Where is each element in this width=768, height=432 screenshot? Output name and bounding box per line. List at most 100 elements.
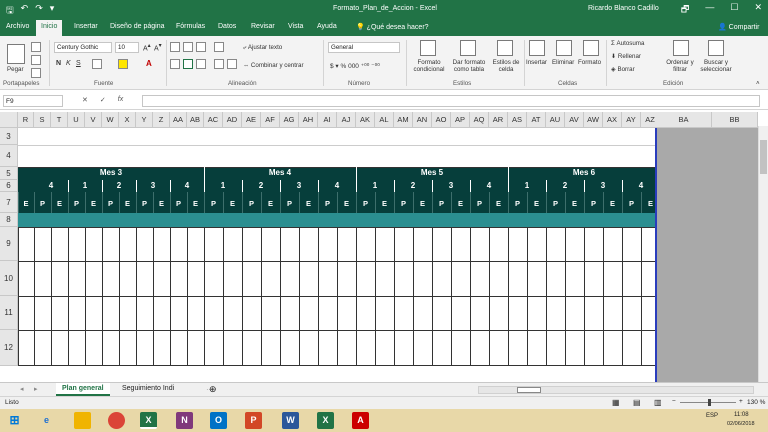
row-header[interactable]: 11: [0, 296, 18, 330]
minimize-icon[interactable]: —: [705, 2, 714, 18]
cell-styles-button[interactable]: Estilos de celda: [490, 59, 522, 73]
excel-taskbar-icon[interactable]: X: [140, 412, 157, 429]
row-header[interactable]: 5: [0, 167, 18, 180]
tell-me-search[interactable]: 💡 ¿Qué desea hacer?: [356, 23, 429, 31]
zoom-slider[interactable]: [680, 399, 736, 406]
ribbon-display-icon[interactable]: 🗗: [681, 2, 689, 18]
tab-revisar[interactable]: Revisar: [251, 23, 275, 30]
acrobat-icon[interactable]: A: [352, 412, 369, 429]
onenote-icon[interactable]: N: [176, 412, 193, 429]
zoom-out-icon[interactable]: −: [672, 398, 676, 405]
format-painter-icon[interactable]: [31, 68, 41, 78]
column-header[interactable]: BA: [656, 112, 712, 128]
tab-datos[interactable]: Datos: [218, 23, 236, 30]
column-header[interactable]: AN: [413, 112, 432, 128]
row-header[interactable]: 7: [0, 192, 18, 213]
insert-function-icon[interactable]: fx: [118, 96, 123, 104]
column-header[interactable]: U: [68, 112, 85, 128]
column-header[interactable]: Y: [136, 112, 153, 128]
column-header[interactable]: AI: [318, 112, 337, 128]
page-layout-icon[interactable]: ▤: [633, 398, 641, 407]
next-sheet-icon[interactable]: ▸: [28, 383, 44, 396]
row-header[interactable]: 4: [0, 145, 18, 167]
user-name[interactable]: Ricardo Blanco Cadillo: [588, 5, 659, 12]
vertical-scrollbar[interactable]: [758, 126, 768, 382]
column-header[interactable]: AL: [375, 112, 394, 128]
fill-button[interactable]: ⬇ Rellenar: [611, 53, 641, 60]
share-button[interactable]: 👤 Compartir: [718, 23, 759, 31]
column-header[interactable]: AV: [565, 112, 584, 128]
word-icon[interactable]: W: [282, 412, 299, 429]
zoom-in-icon[interactable]: +: [739, 398, 743, 405]
zoom-slider-thumb[interactable]: [708, 399, 711, 406]
page-break-view-icon[interactable]: ▥: [654, 398, 662, 407]
select-all-corner[interactable]: [0, 112, 18, 128]
outlook-icon[interactable]: O: [210, 412, 227, 429]
column-header[interactable]: X: [119, 112, 136, 128]
horizontal-scrollbar[interactable]: [478, 386, 754, 394]
merge-center-button[interactable]: ⇔ Combinar y centrar: [243, 62, 304, 69]
sort-filter-icon[interactable]: [673, 40, 689, 56]
tab-insertar[interactable]: Insertar: [74, 23, 98, 30]
close-icon[interactable]: ✕: [754, 2, 762, 18]
tab-formulas[interactable]: Fórmulas: [176, 23, 205, 30]
align-center-icon[interactable]: [183, 59, 193, 69]
column-header[interactable]: AB: [187, 112, 204, 128]
underline-icon[interactable]: S: [76, 60, 81, 67]
conditional-format-icon[interactable]: [420, 40, 436, 56]
tab-ayuda[interactable]: Ayuda: [317, 23, 337, 30]
column-header[interactable]: AF: [261, 112, 280, 128]
clock-time[interactable]: 11:08: [734, 412, 749, 418]
excel-second-icon[interactable]: X: [317, 412, 334, 429]
horizontal-scroll-thumb[interactable]: [517, 387, 541, 393]
language-indicator[interactable]: ESP: [706, 413, 718, 419]
delete-cells-icon[interactable]: [556, 40, 572, 56]
column-header[interactable]: AY: [622, 112, 641, 128]
grow-font-icon[interactable]: A▴: [143, 43, 151, 52]
column-header[interactable]: AS: [508, 112, 527, 128]
windows-start-icon[interactable]: ⊞: [6, 412, 23, 429]
increase-indent-icon[interactable]: [227, 59, 237, 69]
column-header[interactable]: R: [18, 112, 34, 128]
bold-icon[interactable]: N: [56, 60, 61, 67]
number-format-dropdown[interactable]: General: [328, 42, 400, 53]
column-header[interactable]: AW: [584, 112, 603, 128]
align-left-icon[interactable]: [170, 59, 180, 69]
number-format-buttons[interactable]: $ ▾ % 000 ⁺⁰⁰ ⁻⁰⁰: [330, 62, 380, 70]
row-header[interactable]: 6: [0, 180, 18, 192]
column-header[interactable]: AG: [280, 112, 299, 128]
delete-cells-button[interactable]: Eliminar: [552, 59, 574, 66]
font-color-icon[interactable]: A: [146, 59, 152, 68]
column-header[interactable]: AT: [527, 112, 546, 128]
tab-diseno-pagina[interactable]: Diseño de página: [110, 23, 165, 30]
file-explorer-icon[interactable]: [74, 412, 91, 429]
undo-icon[interactable]: ↶: [21, 3, 29, 19]
sort-filter-button[interactable]: Ordenar y filtrar: [664, 59, 696, 73]
maximize-icon[interactable]: ☐: [730, 2, 738, 18]
normal-view-icon[interactable]: ▦: [612, 398, 620, 407]
column-header[interactable]: W: [102, 112, 119, 128]
column-header[interactable]: AX: [603, 112, 622, 128]
row-header[interactable]: 12: [0, 330, 18, 366]
clear-button[interactable]: ◈ Borrar: [611, 66, 635, 73]
column-header[interactable]: AD: [223, 112, 242, 128]
row-header[interactable]: 9: [0, 227, 18, 261]
scroll-thumb[interactable]: [760, 140, 767, 174]
sheet-tab-plan-general[interactable]: Plan general: [56, 383, 110, 396]
italic-icon[interactable]: K: [66, 60, 71, 67]
column-header[interactable]: V: [85, 112, 102, 128]
column-header[interactable]: AO: [432, 112, 451, 128]
paste-button-label[interactable]: Pegar: [7, 66, 24, 73]
chrome-icon[interactable]: [108, 412, 125, 429]
edge-browser-icon[interactable]: e: [38, 412, 55, 429]
format-cells-icon[interactable]: [583, 40, 599, 56]
cancel-icon[interactable]: ✕: [82, 96, 88, 104]
row-header[interactable]: 10: [0, 261, 18, 296]
formula-input[interactable]: [142, 95, 760, 107]
column-header[interactable]: S: [34, 112, 51, 128]
font-name-dropdown[interactable]: Century Gothic: [54, 42, 112, 53]
column-header[interactable]: AC: [204, 112, 223, 128]
align-bottom-icon[interactable]: [196, 42, 206, 52]
column-header[interactable]: AM: [394, 112, 413, 128]
format-cells-button[interactable]: Formato: [578, 59, 601, 66]
